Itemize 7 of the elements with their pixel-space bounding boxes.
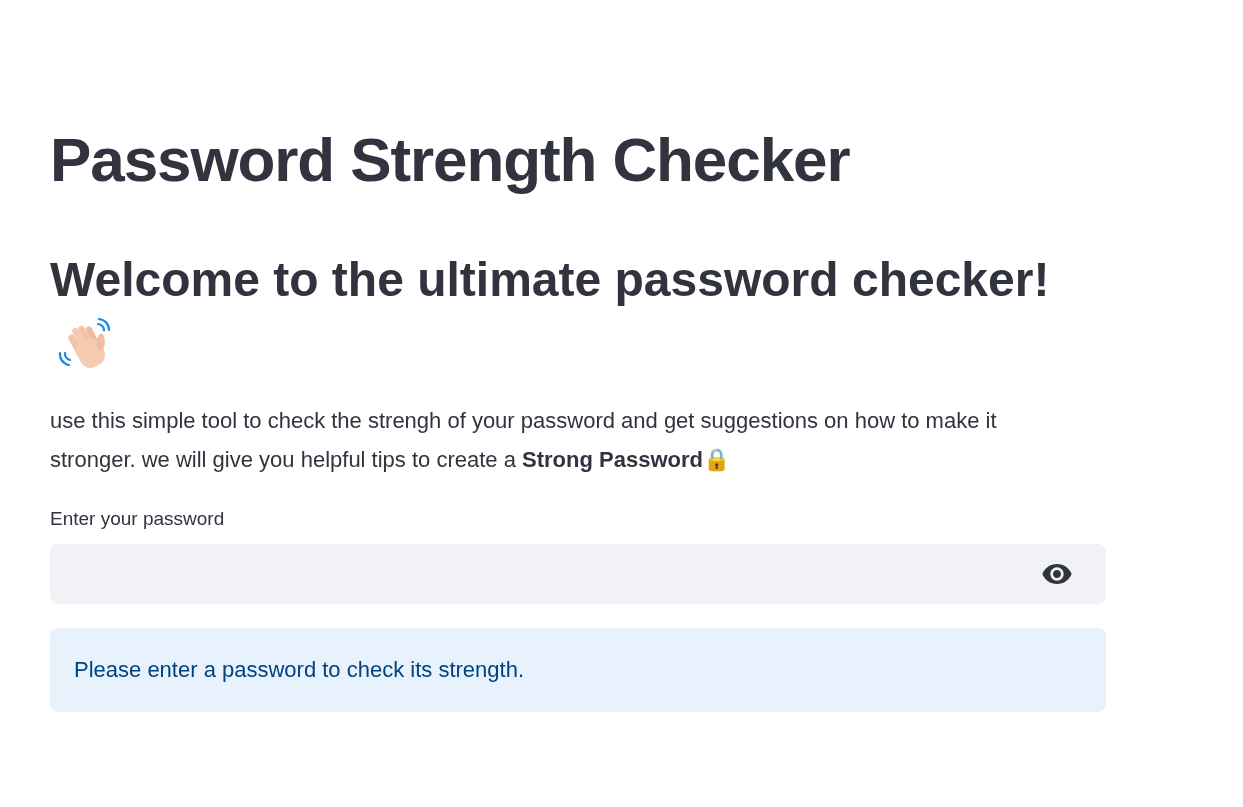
- welcome-heading: Welcome to the ultimate password checker!: [50, 252, 1050, 309]
- info-message: Please enter a password to check its strength.: [74, 656, 524, 685]
- eye-icon[interactable]: [1042, 564, 1072, 585]
- password-label: Enter your password: [50, 507, 225, 532]
- page-title: Password Strength Checker: [50, 124, 850, 196]
- intro-paragraph: use this simple tool to check the strengh of your password and get suggestions on how to make it stronger. we will give you helpful tips to create a Strong Password🔒: [50, 408, 997, 473]
- password-field[interactable]: [50, 544, 1106, 605]
